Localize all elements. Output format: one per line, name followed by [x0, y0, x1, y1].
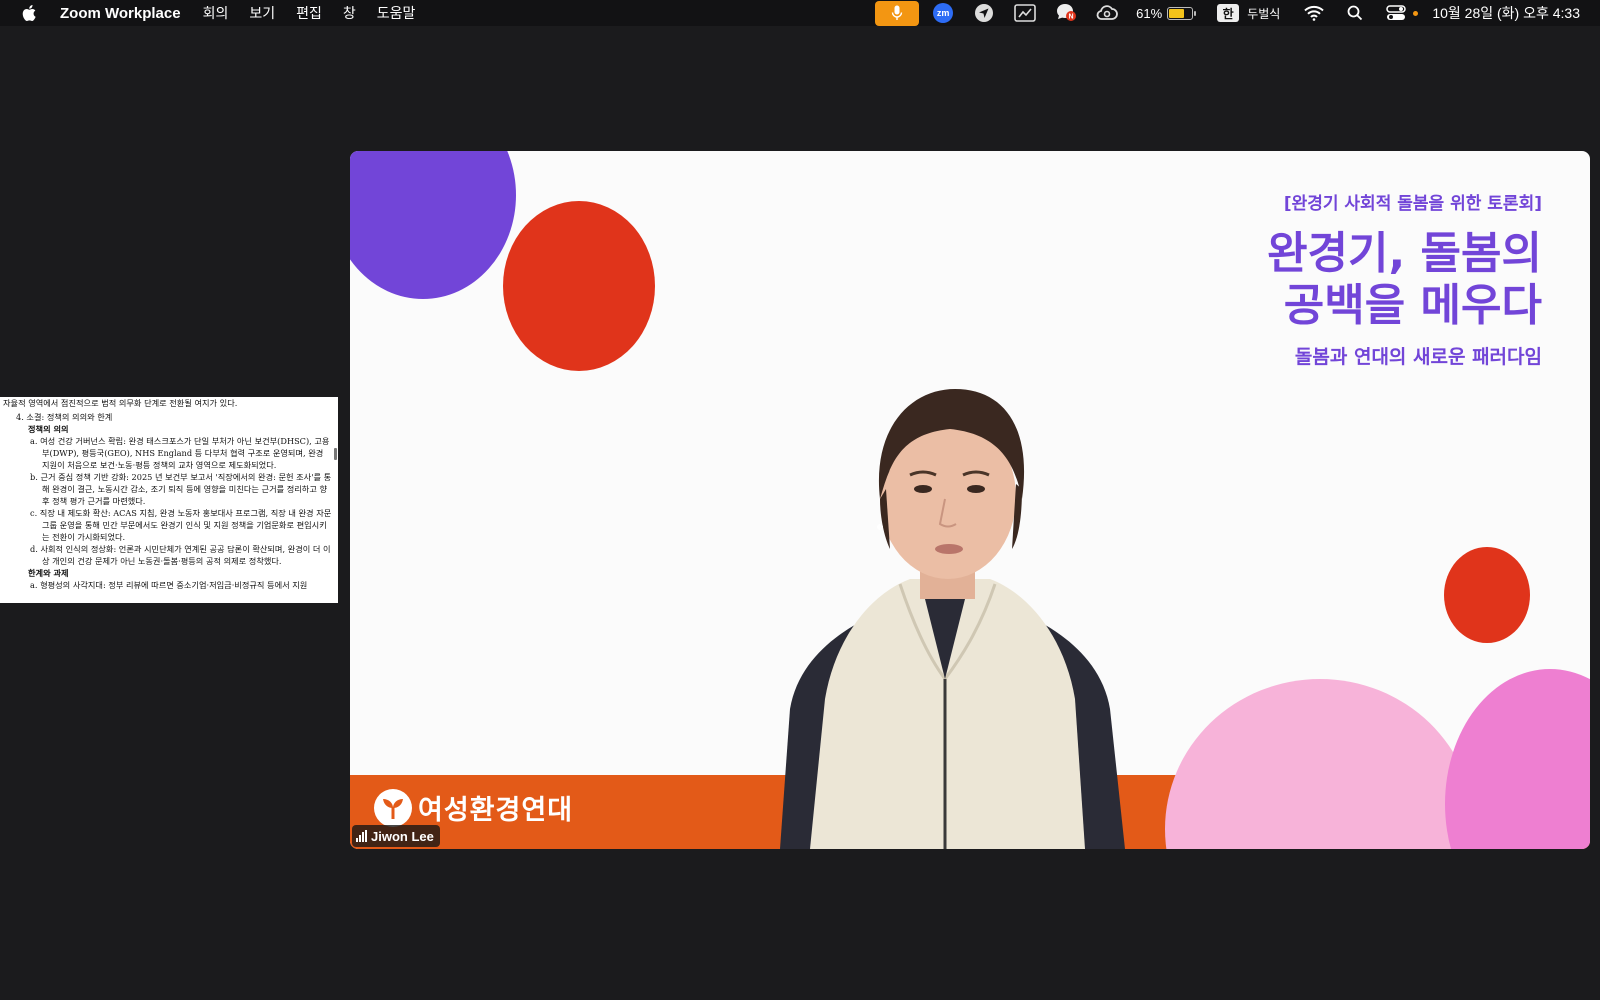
menu-help[interactable]: 도움말 — [377, 3, 416, 23]
doc-list-item: a. 형평성의 사각지대: 정부 리뷰에 따르면 중소기업·저임금·비정규직 등… — [30, 580, 308, 590]
screen-capture-icon[interactable] — [1013, 1, 1037, 25]
panel-resize-handle[interactable] — [334, 448, 337, 460]
battery-fill — [1169, 8, 1184, 18]
wifi-icon[interactable] — [1302, 1, 1326, 25]
pink-circle-shape — [1165, 679, 1475, 849]
purple-circle-shape — [350, 151, 516, 299]
battery-percent: 61% — [1136, 5, 1163, 21]
zoom-status-icon[interactable]: zm — [931, 1, 955, 25]
microphone-indicator-icon[interactable] — [875, 0, 920, 26]
participant-video-tile[interactable]: [완경기 사회적 돌봄을 위한 토론회] 완경기, 돌봄의 공백을 메우다 돌봄… — [350, 151, 1590, 849]
small-red-circle-shape — [1444, 547, 1530, 643]
search-icon[interactable] — [1343, 1, 1367, 25]
slide-subtitle: 돌봄과 연대의 새로운 패러다임 — [1294, 346, 1542, 368]
doc-list-item: d. 사회적 인식의 정상화: 언론과 시민단체가 연계된 공공 담론이 확산되… — [30, 544, 331, 566]
privacy-indicator-dot — [1413, 10, 1419, 16]
menu-edit[interactable]: 편집 — [296, 3, 322, 23]
slide-banner: [완경기 사회적 돌봄을 위한 토론회] 완경기, 돌봄의 공백을 메우다 돌봄… — [1267, 189, 1542, 369]
apple-icon[interactable] — [20, 3, 40, 23]
battery-icon[interactable] — [1167, 6, 1197, 20]
menubar-clock[interactable]: 10월 28일 (화) 오후 4:33 — [1432, 3, 1580, 23]
input-method-badge[interactable]: 한 — [1217, 4, 1240, 22]
doc-subheading: 한계와 과제 — [28, 568, 69, 578]
location-arrow-icon[interactable] — [972, 1, 996, 25]
chat-notification-icon[interactable]: N — [1054, 1, 1078, 25]
slide-pretitle: [완경기 사회적 돌봄을 위한 토론회] — [1283, 194, 1542, 214]
shared-document-panel[interactable]: 자율적 영역에서 점진적으로 법적 의무화 단계로 전환될 여지가 있다. 4.… — [0, 397, 338, 603]
menu-view[interactable]: 보기 — [249, 3, 275, 23]
speaker-video-figure — [780, 389, 1125, 849]
slide-title-line1: 완경기, 돌봄의 — [1267, 228, 1542, 279]
menu-meeting[interactable]: 회의 — [203, 3, 229, 23]
signal-strength-icon — [356, 830, 367, 842]
doc-list-item: a. 여성 건강 거버넌스 확립: 완경 태스크포스가 단일 부처가 아닌 보건… — [30, 436, 330, 470]
doc-subheading: 정책의 의의 — [28, 424, 69, 434]
participant-name-tag: Jiwon Lee — [352, 825, 440, 847]
organization-name: 여성환경연대 — [418, 795, 574, 826]
participant-name: Jiwon Lee — [371, 828, 434, 844]
input-method-label[interactable]: 두벌식 — [1247, 5, 1280, 22]
doc-list-item: b. 근거 중심 정책 기반 강화: 2025 년 보건부 보고서 '직장에서의… — [30, 472, 332, 506]
creative-cloud-icon[interactable] — [1095, 1, 1119, 25]
menu-bar: Zoom Workplace 회의 보기 편집 창 도움말 zm N 61% 한… — [0, 0, 1600, 26]
slide-title-line2: 공백을 메우다 — [1283, 280, 1542, 331]
red-circle-shape — [503, 201, 655, 371]
app-name-menu[interactable]: Zoom Workplace — [60, 5, 181, 22]
doc-section-heading: 4. 소결: 정책의 의의와 한계 — [16, 412, 113, 422]
doc-list-item: c. 직장 내 제도화 확산: ACAS 지침, 완경 노동자 홍보대사 프로그… — [30, 508, 332, 542]
doc-text-line: 자율적 영역에서 점진적으로 법적 의무화 단계로 전환될 여지가 있다. — [3, 398, 238, 408]
sprout-logo-icon — [374, 788, 412, 827]
control-center-icon[interactable] — [1384, 1, 1408, 25]
organization-logo: 여성환경연대 — [374, 788, 573, 827]
svg-text:N: N — [1069, 14, 1074, 21]
magenta-circle-shape — [1445, 669, 1590, 849]
menu-window[interactable]: 창 — [343, 3, 356, 23]
